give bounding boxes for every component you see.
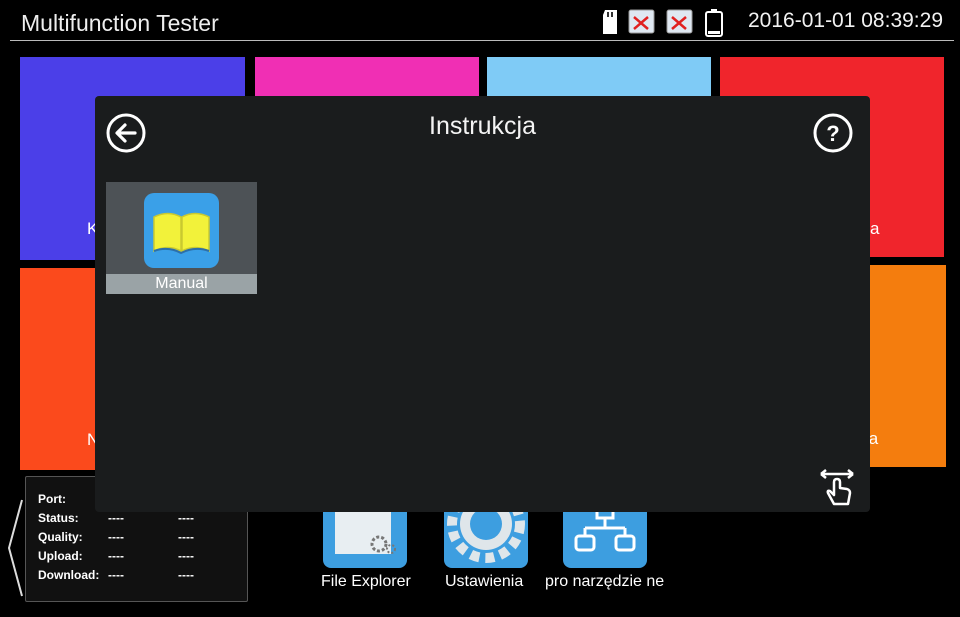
manual-label: Manual bbox=[106, 274, 257, 294]
download-value: ---- bbox=[108, 568, 124, 582]
chevron-left-icon[interactable] bbox=[6, 498, 24, 598]
quality-label: Quality: bbox=[38, 530, 83, 544]
instructions-dialog: Instrukcja ? Manual bbox=[95, 96, 870, 512]
network-tool-button[interactable] bbox=[563, 506, 647, 568]
network-disconnected-icon bbox=[628, 9, 655, 34]
settings-label: Ustawienia bbox=[445, 573, 524, 590]
status-value: ---- bbox=[178, 511, 194, 525]
help-icon[interactable]: ? bbox=[813, 113, 853, 153]
file-explorer-label: File Explorer bbox=[321, 573, 411, 590]
drag-hand-icon[interactable] bbox=[817, 466, 857, 506]
tile-label: a bbox=[870, 219, 880, 238]
battery-icon bbox=[705, 9, 723, 37]
quality-value: ---- bbox=[108, 530, 124, 544]
quality-value: ---- bbox=[178, 530, 194, 544]
svg-text:?: ? bbox=[826, 121, 839, 146]
settings-button[interactable] bbox=[444, 485, 528, 568]
port-label: Port: bbox=[38, 492, 66, 506]
file-explorer-button[interactable] bbox=[323, 508, 407, 568]
download-value: ---- bbox=[178, 568, 194, 582]
network-tool-label: pro narzędzie ne bbox=[545, 573, 665, 590]
app-title: Multifunction Tester bbox=[21, 10, 219, 36]
settings-gear-icon bbox=[447, 485, 525, 563]
sd-card-icon bbox=[603, 10, 617, 34]
app-tile[interactable] bbox=[255, 57, 479, 97]
status-value: ---- bbox=[108, 511, 124, 525]
file-explorer-icon bbox=[335, 508, 396, 554]
upload-value: ---- bbox=[178, 549, 194, 563]
upload-label: Upload: bbox=[38, 549, 83, 563]
status-label: Status: bbox=[38, 511, 79, 525]
upload-value: ---- bbox=[108, 549, 124, 563]
dialog-title: Instrukcja bbox=[429, 112, 536, 140]
status-bar: Multifunction Tester 2016-01-01 08:39:29 bbox=[0, 0, 960, 42]
book-icon bbox=[144, 193, 219, 268]
download-label: Download: bbox=[38, 568, 100, 582]
network-tool-icon bbox=[574, 506, 636, 552]
datetime: 2016-01-01 08:39:29 bbox=[748, 9, 943, 32]
manual-item[interactable]: Manual bbox=[106, 182, 257, 294]
divider bbox=[10, 40, 954, 41]
app-tile[interactable] bbox=[487, 57, 711, 97]
network-disconnected-icon bbox=[666, 9, 693, 34]
